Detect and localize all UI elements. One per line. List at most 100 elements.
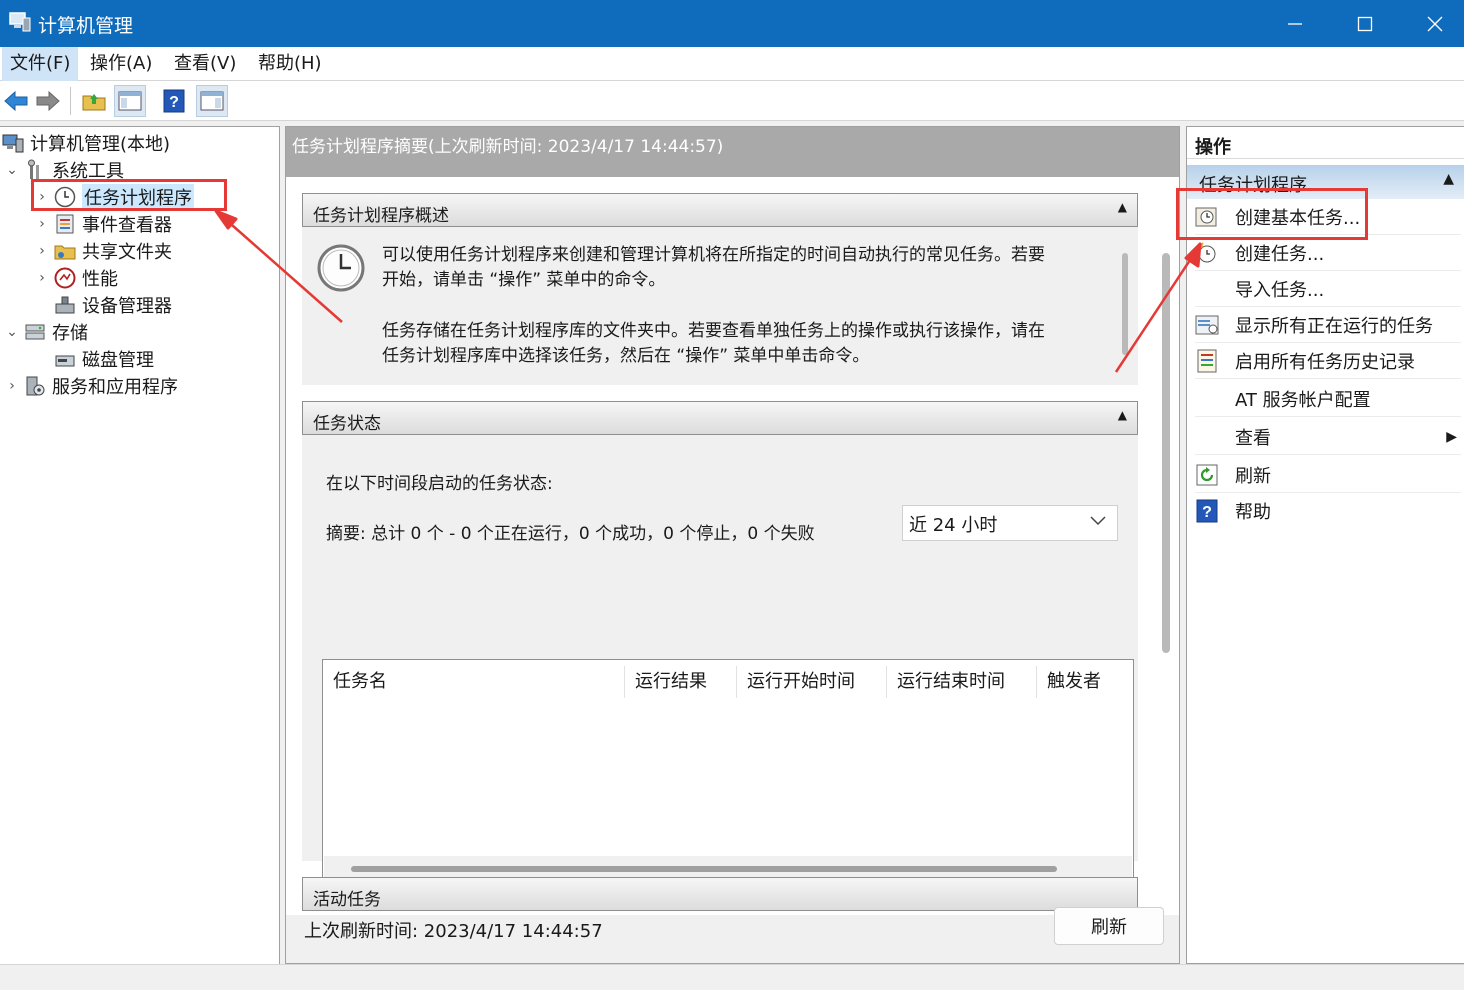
back-button[interactable] xyxy=(0,85,32,117)
tree-item-task-scheduler[interactable]: › 任务计划程序 xyxy=(34,184,194,210)
actions-group-title: 任务计划程序 xyxy=(1199,175,1307,196)
menu-file[interactable]: 文件(F) xyxy=(2,47,79,81)
period-select[interactable]: 近 24 小时 xyxy=(902,505,1118,541)
tree-label: 磁盘管理 xyxy=(82,350,154,371)
status-bar xyxy=(0,964,1464,990)
tree-label: 计算机管理(本地) xyxy=(30,134,171,155)
collapse-up-icon[interactable]: ▲ xyxy=(1443,171,1454,187)
arrow-left-icon xyxy=(4,90,28,112)
task-status-section-header[interactable]: 任务状态 ▲ xyxy=(302,401,1138,435)
last-refresh-time: 上次刷新时间: 2023/4/17 14:44:57 xyxy=(304,921,603,942)
summary-header: 任务计划程序摘要(上次刷新时间: 2023/4/17 14:44:57) xyxy=(286,127,1179,177)
action-label: 创建任务... xyxy=(1235,243,1325,265)
tree-label: 事件查看器 xyxy=(82,215,172,236)
tree-label: 性能 xyxy=(82,269,118,290)
action-label: 查看 xyxy=(1235,427,1271,449)
import-task-placeholder xyxy=(1195,277,1219,301)
actions-pane: 操作 任务计划程序 ▲ 创建基本任务... 创建任务... 导入任务... 显示… xyxy=(1186,126,1464,964)
refresh-button[interactable]: 刷新 xyxy=(1054,907,1164,945)
show-hide-action-pane-button[interactable] xyxy=(196,85,228,117)
overview-scrollbar[interactable] xyxy=(1122,253,1128,355)
action-show-running-tasks[interactable]: 显示所有正在运行的任务 xyxy=(1195,307,1461,343)
tree-item-storage[interactable]: ⌄ 存储 xyxy=(4,319,88,345)
close-button[interactable] xyxy=(1400,0,1464,47)
action-create-task[interactable]: 创建任务... xyxy=(1195,235,1461,271)
tree-item-performance[interactable]: › 性能 xyxy=(34,265,118,291)
column-header-run-end[interactable]: 运行结束时间 xyxy=(887,666,1037,698)
system-tools-icon xyxy=(28,159,39,179)
shared-folder-icon xyxy=(54,245,76,260)
task-history-icon xyxy=(1197,349,1217,372)
action-create-basic-task[interactable]: 创建基本任务... xyxy=(1195,199,1461,235)
performance-icon xyxy=(54,267,76,289)
column-header-run-start[interactable]: 运行开始时间 xyxy=(737,666,887,698)
chevron-right-icon[interactable]: › xyxy=(34,270,50,286)
chevron-down-icon[interactable]: ⌄ xyxy=(4,162,20,178)
menu-help[interactable]: 帮助(H) xyxy=(250,47,330,81)
column-header-triggered-by[interactable]: 触发者 xyxy=(1037,666,1133,698)
tree-label: 服务和应用程序 xyxy=(52,377,178,398)
show-hide-tree-button[interactable] xyxy=(114,85,146,117)
action-refresh[interactable]: 刷新 xyxy=(1195,457,1461,493)
overview-section-header[interactable]: 任务计划程序概述 ▲ xyxy=(302,193,1138,227)
table-horizontal-scrollbar[interactable] xyxy=(351,866,1057,872)
svg-text:?: ? xyxy=(1202,504,1212,521)
collapse-up-icon[interactable]: ▲ xyxy=(1118,408,1127,422)
overview-line: 可以使用任务计划程序来创建和管理计算机将在所指定的时间自动执行的常见任务。若要 xyxy=(382,245,1045,265)
column-header-task-name[interactable]: 任务名 xyxy=(323,666,625,698)
menu-view[interactable]: 查看(V) xyxy=(166,47,244,81)
overview-line: 任务计划程序库中选择该任务，然后在 “操作” 菜单中单击命令。 xyxy=(382,346,870,366)
chevron-right-icon[interactable]: › xyxy=(34,216,50,232)
create-task-icon xyxy=(1198,241,1216,262)
chevron-right-icon[interactable]: › xyxy=(34,189,50,205)
forward-button[interactable] xyxy=(32,85,64,117)
console-tree-icon xyxy=(118,91,142,111)
chevron-down-icon[interactable]: ⌄ xyxy=(4,324,20,340)
tree-item-system-tools[interactable]: ⌄ 系统工具 xyxy=(4,157,124,183)
maximize-icon xyxy=(1357,16,1373,31)
chevron-right-icon[interactable]: › xyxy=(34,243,50,259)
tree-item-disk-management[interactable]: 磁盘管理 xyxy=(50,346,154,372)
overview-line: 任务存储在任务计划程序库的文件夹中。若要查看单独任务上的操作或执行该操作，请在 xyxy=(382,321,1045,341)
chevron-down-icon xyxy=(1090,516,1106,526)
device-manager-icon xyxy=(55,296,75,314)
maximize-button[interactable] xyxy=(1330,0,1400,47)
tree-label: 设备管理器 xyxy=(82,296,172,317)
action-help[interactable]: ? 帮助 xyxy=(1195,493,1461,529)
action-pane-icon xyxy=(200,91,224,111)
actions-group-header[interactable]: 任务计划程序 ▲ xyxy=(1187,165,1464,199)
collapse-up-icon[interactable]: ▲ xyxy=(1118,200,1127,214)
action-label: 帮助 xyxy=(1235,502,1271,523)
chevron-right-icon[interactable]: › xyxy=(4,378,20,394)
tree-label: 系统工具 xyxy=(52,161,124,182)
help-button[interactable]: ? xyxy=(158,85,190,117)
action-at-service-account[interactable]: AT 服务帐户配置 xyxy=(1195,381,1461,417)
tree-label: 任务计划程序 xyxy=(82,184,194,210)
tree-item-computer-management[interactable]: 计算机管理(本地) xyxy=(2,130,170,156)
action-enable-task-history[interactable]: 启用所有任务历史记录 xyxy=(1195,343,1461,379)
overview-line: 开始，请单击 “操作” 菜单中的命令。 xyxy=(382,270,666,290)
action-import-task[interactable]: 导入任务... xyxy=(1195,271,1461,307)
tree-item-event-viewer[interactable]: › 事件查看器 xyxy=(34,211,172,237)
tree-item-device-manager[interactable]: 设备管理器 xyxy=(50,292,172,318)
summary-vertical-scrollbar[interactable] xyxy=(1162,253,1170,653)
column-header-run-result[interactable]: 运行结果 xyxy=(625,666,737,698)
clock-icon xyxy=(54,186,76,208)
toolbar: ? xyxy=(0,81,1464,121)
disk-management-icon xyxy=(55,355,75,367)
up-folder-button[interactable] xyxy=(78,85,110,117)
toolbar-separator xyxy=(70,87,71,115)
action-label: 导入任务... xyxy=(1235,279,1325,301)
tree-item-shared-folders[interactable]: › 共享文件夹 xyxy=(34,238,172,264)
section-title: 任务状态 xyxy=(313,414,381,434)
action-view[interactable]: 查看 ▶ xyxy=(1195,419,1461,455)
action-label: 显示所有正在运行的任务 xyxy=(1235,315,1433,337)
active-tasks-section-header[interactable]: 活动任务 xyxy=(302,877,1138,911)
overview-section-body: 可以使用任务计划程序来创建和管理计算机将在所指定的时间自动执行的常见任务。若要 … xyxy=(302,227,1138,385)
section-title: 活动任务 xyxy=(313,890,381,910)
menu-action[interactable]: 操作(A) xyxy=(82,47,160,81)
running-tasks-icon xyxy=(1195,315,1219,334)
minimize-button[interactable] xyxy=(1260,0,1330,47)
computer-management-icon xyxy=(2,134,24,153)
tree-item-services-applications[interactable]: › 服务和应用程序 xyxy=(4,373,178,399)
